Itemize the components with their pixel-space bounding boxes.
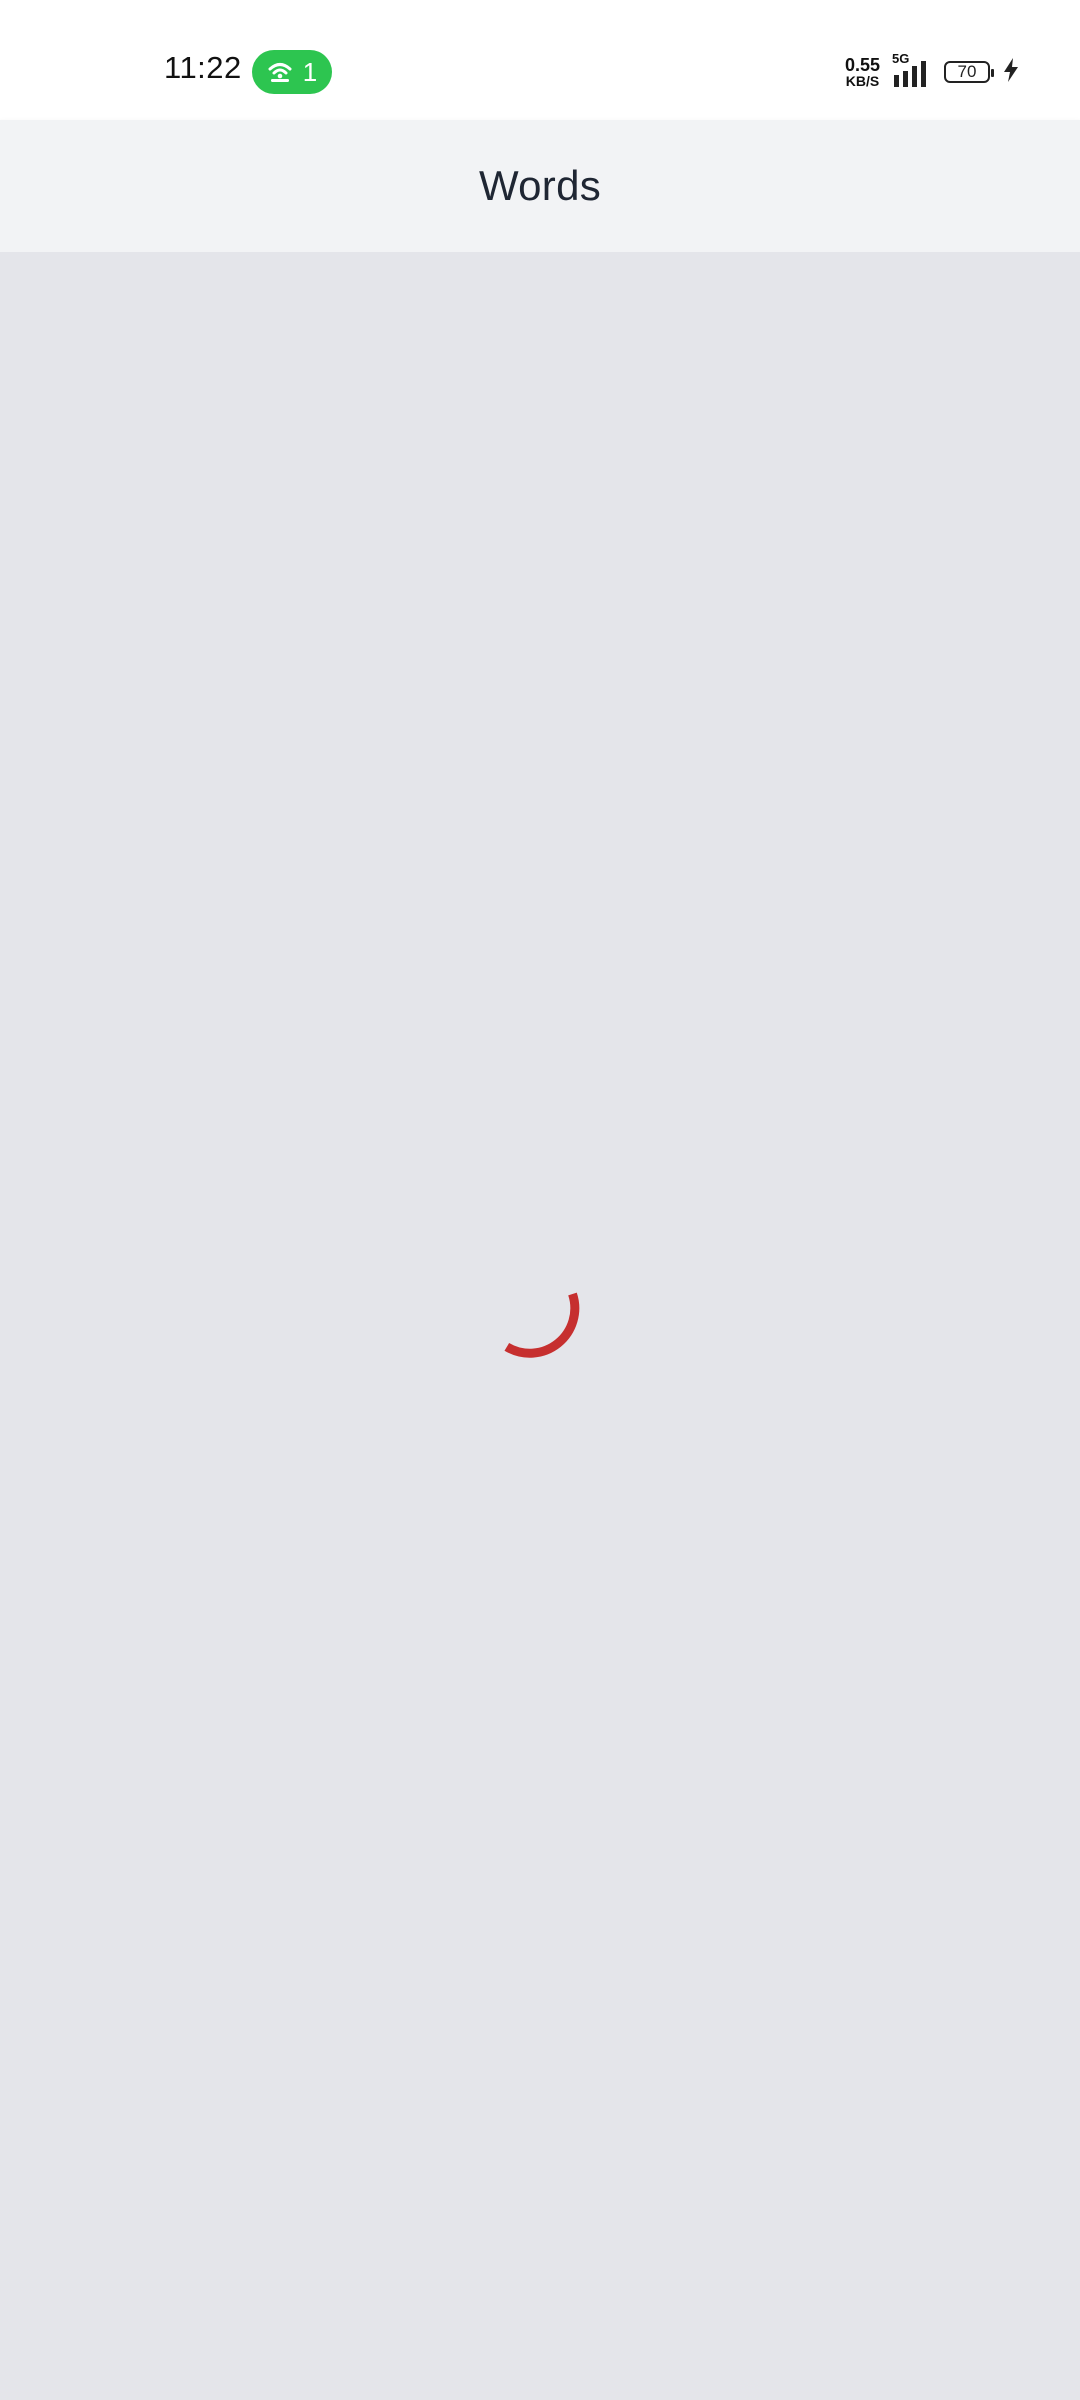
app-bar: Words [0,120,1080,252]
loading-spinner-icon [504,1292,580,1358]
hotspot-count: 1 [302,56,318,87]
network-speed-unit: KB/S [845,73,880,89]
signal-bars-icon [894,61,926,87]
network-speed: 0.55 KB/S [845,56,880,88]
status-icons: 0.55 KB/S 5G 70 [845,51,1020,92]
cell-signal: 5G [892,51,932,89]
battery-level: 70 [957,62,977,81]
page-title: Words [478,162,602,209]
network-speed-value: 0.55 [844,55,880,75]
battery-indicator: 70 [944,61,994,83]
hotspot-icon [267,61,293,83]
hotspot-indicator[interactable]: 1 [252,50,332,94]
status-bar: 11:22 1 0.55 KB/S 5G 70 [0,0,1080,120]
status-time: 11:22 [164,50,242,85]
charging-bolt-icon [1002,57,1020,88]
